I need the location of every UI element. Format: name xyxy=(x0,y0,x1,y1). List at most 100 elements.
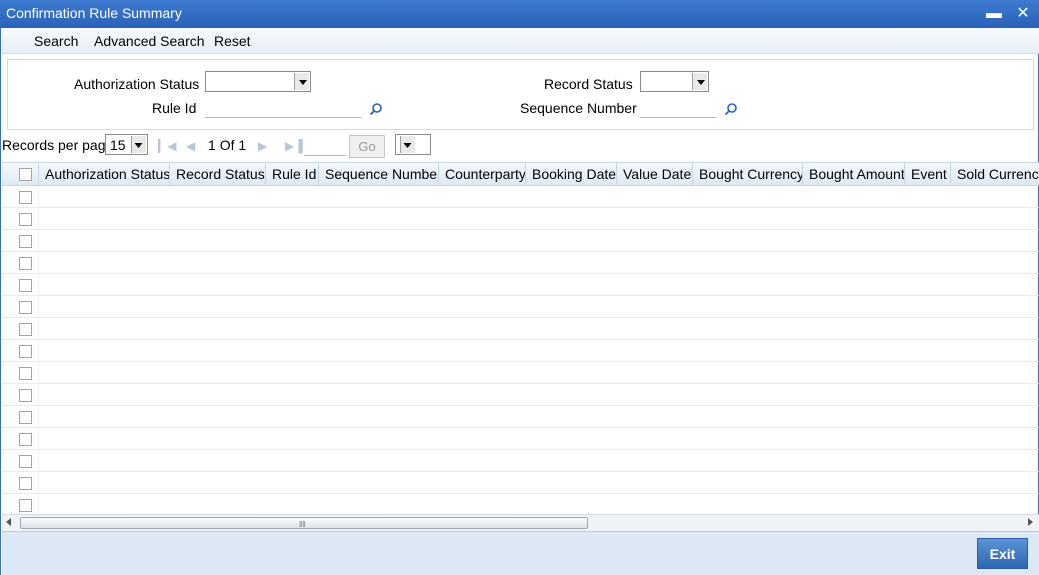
close-icon[interactable]: ✕ xyxy=(1012,3,1034,25)
total-pages: 1 xyxy=(238,137,247,153)
table-row[interactable] xyxy=(2,428,1039,450)
records-per-page-value: 15 xyxy=(110,137,126,153)
column-header[interactable]: Bought Amount xyxy=(803,163,905,186)
row-divider xyxy=(38,296,39,318)
row-checkbox[interactable] xyxy=(19,323,32,336)
first-page-icon[interactable]: ▎◀ xyxy=(158,139,176,153)
sequence-number-label: Sequence Number xyxy=(520,100,637,116)
scroll-right-icon[interactable] xyxy=(1028,518,1033,526)
footer-bar: Exit xyxy=(2,531,1039,575)
row-divider xyxy=(38,472,39,494)
row-checkbox[interactable] xyxy=(19,213,32,226)
table-row[interactable] xyxy=(2,318,1039,340)
column-header[interactable]: Authorization Status xyxy=(38,163,170,186)
chevron-down-icon[interactable] xyxy=(400,136,415,153)
column-header[interactable]: Counterparty xyxy=(439,163,526,186)
go-button[interactable]: Go xyxy=(349,135,385,158)
row-checkbox[interactable] xyxy=(19,433,32,446)
column-header[interactable]: Bought Currency xyxy=(693,163,803,186)
chevron-down-icon[interactable] xyxy=(131,136,146,153)
next-page-icon[interactable]: ▶ xyxy=(258,139,272,153)
grip-icon: ‖‖ xyxy=(299,520,306,529)
table-row[interactable] xyxy=(2,384,1039,406)
row-divider xyxy=(38,274,39,296)
authorization-status-label: Authorization Status xyxy=(74,76,200,92)
row-divider xyxy=(38,318,39,340)
title-bar: Confirmation Rule Summary ▬ ✕ xyxy=(0,0,1039,28)
row-divider xyxy=(38,428,39,450)
column-header[interactable]: Sequence Number xyxy=(319,163,439,186)
sequence-number-input[interactable] xyxy=(640,98,716,118)
table-row[interactable] xyxy=(2,406,1039,428)
row-checkbox[interactable] xyxy=(19,389,32,402)
toolbar: Search Advanced Search Reset xyxy=(2,28,1039,54)
reset-button[interactable]: Reset xyxy=(214,33,251,49)
goto-page-input[interactable] xyxy=(304,138,346,156)
last-page-icon[interactable]: ▶▐ xyxy=(285,139,303,153)
row-checkbox[interactable] xyxy=(19,279,32,292)
search-icon[interactable] xyxy=(369,102,383,116)
table-row[interactable] xyxy=(2,296,1039,318)
search-icon[interactable] xyxy=(724,102,738,116)
row-divider xyxy=(38,186,39,208)
records-per-page-label: Records per page xyxy=(2,137,114,153)
row-checkbox[interactable] xyxy=(19,257,32,270)
row-checkbox[interactable] xyxy=(19,345,32,358)
row-divider xyxy=(38,406,39,428)
grid-header: Authorization Status Record Status Rule … xyxy=(2,162,1039,186)
record-status-label: Record Status xyxy=(544,76,633,92)
column-header[interactable]: Value Date xyxy=(617,163,693,186)
row-checkbox[interactable] xyxy=(19,191,32,204)
row-checkbox[interactable] xyxy=(19,235,32,248)
column-header[interactable]: Booking Date xyxy=(526,163,617,186)
column-header[interactable]: Record Status xyxy=(170,163,266,186)
row-divider xyxy=(38,384,39,406)
row-divider xyxy=(38,340,39,362)
row-checkbox[interactable] xyxy=(19,455,32,468)
column-header[interactable]: Event xyxy=(905,163,951,186)
minimize-icon[interactable]: ▬ xyxy=(983,3,1005,25)
of-label: Of xyxy=(219,137,235,153)
advanced-search-button[interactable]: Advanced Search xyxy=(94,33,205,49)
page-info: 1 Of 1 xyxy=(208,137,246,153)
table-row[interactable] xyxy=(2,340,1039,362)
row-divider xyxy=(38,230,39,252)
current-page: 1 xyxy=(208,137,216,153)
scrollbar-thumb[interactable]: ‖‖ xyxy=(20,517,588,529)
table-row[interactable] xyxy=(2,186,1039,208)
search-button[interactable]: Search xyxy=(34,33,78,49)
pagination-bar: Records per page 15 ▎◀ ◀ 1 Of 1 ▶ ▶▐ Go … xyxy=(2,132,1039,160)
record-status-select[interactable] xyxy=(640,71,709,92)
table-row[interactable] xyxy=(2,362,1039,384)
rule-id-label: Rule Id xyxy=(152,100,197,116)
column-header[interactable]: Rule Id xyxy=(266,163,319,186)
records-per-page-select[interactable]: 15 xyxy=(105,134,148,155)
authorization-status-select[interactable] xyxy=(205,71,311,92)
row-checkbox[interactable] xyxy=(19,499,32,512)
row-checkbox[interactable] xyxy=(19,477,32,490)
table-row[interactable] xyxy=(2,472,1039,494)
table-row[interactable] xyxy=(2,450,1039,472)
table-row[interactable] xyxy=(2,230,1039,252)
exit-button[interactable]: Exit xyxy=(977,538,1028,569)
column-header[interactable]: Sold Currency xyxy=(951,163,1039,186)
row-divider xyxy=(38,494,39,514)
table-row[interactable] xyxy=(2,274,1039,296)
chevron-down-icon[interactable] xyxy=(294,73,309,90)
window-frame: Search Advanced Search Reset Authorizati… xyxy=(0,28,1039,575)
row-checkbox[interactable] xyxy=(19,301,32,314)
table-row[interactable] xyxy=(2,494,1039,514)
table-row[interactable] xyxy=(2,252,1039,274)
rule-id-input[interactable] xyxy=(205,98,361,118)
horizontal-scrollbar[interactable]: ‖‖ xyxy=(2,514,1039,531)
chevron-down-icon[interactable] xyxy=(692,73,707,90)
row-divider xyxy=(38,208,39,230)
page-zoom-select[interactable]: 0 xyxy=(395,134,431,155)
row-checkbox[interactable] xyxy=(19,411,32,424)
table-row[interactable] xyxy=(2,208,1039,230)
select-all-checkbox[interactable] xyxy=(19,168,32,181)
previous-page-icon[interactable]: ◀ xyxy=(186,139,200,153)
row-checkbox[interactable] xyxy=(19,367,32,380)
scroll-left-icon[interactable] xyxy=(6,518,11,526)
results-grid: Authorization Status Record Status Rule … xyxy=(2,162,1039,514)
